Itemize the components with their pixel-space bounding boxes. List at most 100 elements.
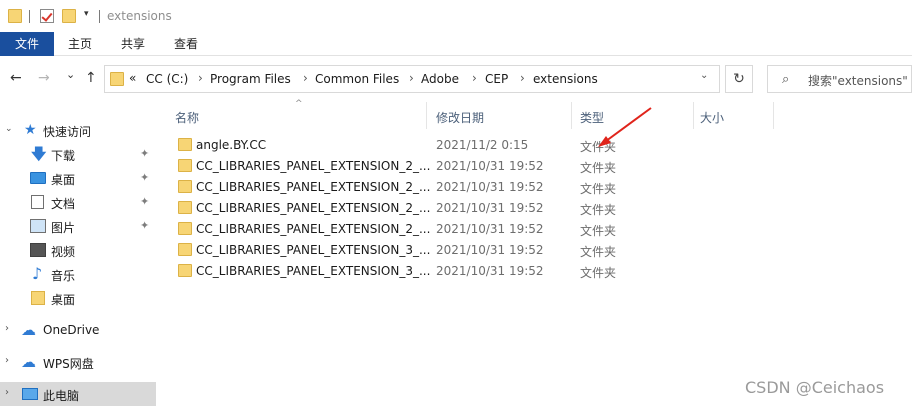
chevron-right-icon[interactable]: › [5,355,9,366]
column-header-modified[interactable]: 修改日期 [436,109,484,126]
breadcrumb-chevron-icon[interactable]: › [198,71,203,85]
refresh-icon: ↻ [733,71,745,87]
sidebar-item-this-pc[interactable]: › 此电脑 [0,382,156,406]
breadcrumb-overflow[interactable]: « [129,71,136,85]
folder-icon [110,72,124,86]
list-item[interactable]: CC_LIBRARIES_PANEL_EXTENSION_2_... 2021/… [172,198,772,219]
sidebar-item-quick-access[interactable]: ⌄ ★ 快速访问 [0,118,156,142]
pin-icon[interactable]: ✦ [140,195,149,208]
tab-view[interactable]: 查看 [164,32,208,56]
tab-share[interactable]: 共享 [111,32,155,56]
file-type: 文件夹 [580,140,617,154]
computer-icon [22,388,38,400]
sidebar-item-label: 快速访问 [43,125,92,139]
list-item[interactable]: CC_LIBRARIES_PANEL_EXTENSION_2_... 2021/… [172,219,772,240]
breadcrumb-cep[interactable]: CEP [485,72,508,86]
address-bar[interactable]: « CC (C:) › Program Files › Common Files… [104,65,720,93]
sidebar-item-documents[interactable]: 文档 ✦ [0,190,156,214]
recent-locations-icon[interactable]: ⌄ [66,68,75,81]
sidebar-item-label: 图片 [51,221,76,235]
file-name: CC_LIBRARIES_PANEL_EXTENSION_3_... [196,243,431,257]
file-name: CC_LIBRARIES_PANEL_EXTENSION_2_... [196,222,431,236]
new-folder-icon[interactable] [62,9,76,23]
title-bar: ▾ extensions [0,0,912,32]
column-divider[interactable] [773,102,774,129]
cloud-icon: ☁ [21,321,36,339]
file-type: 文件夹 [580,224,617,238]
file-type: 文件夹 [580,203,617,217]
sidebar-item-label: 音乐 [51,269,76,283]
folder-icon[interactable] [8,9,22,23]
folder-icon [178,222,192,235]
column-divider[interactable] [693,102,694,129]
sidebar-item-music[interactable]: ♪ 音乐 [0,262,156,286]
chevron-right-icon[interactable]: › [5,323,9,334]
chevron-down-icon[interactable]: ⌄ [5,124,13,134]
tab-file[interactable]: 文件 [0,32,54,56]
pin-icon[interactable]: ✦ [140,171,149,184]
breadcrumb-extensions[interactable]: extensions [533,72,598,86]
back-arrow-icon[interactable]: ← [10,70,22,86]
chevron-right-icon[interactable]: › [5,387,9,398]
list-item[interactable]: angle.BY.CC 2021/11/2 0:15 文件夹 [172,135,772,156]
refresh-button[interactable]: ↻ [725,65,753,93]
sidebar-item-label: 桌面 [51,293,76,307]
list-item[interactable]: CC_LIBRARIES_PANEL_EXTENSION_3_... 2021/… [172,261,772,282]
list-item[interactable]: CC_LIBRARIES_PANEL_EXTENSION_2_... 2021/… [172,156,772,177]
window-title: extensions [107,9,172,23]
address-history-chevron-icon[interactable]: ⌄ [700,70,708,81]
list-item[interactable]: CC_LIBRARIES_PANEL_EXTENSION_2_... 2021/… [172,177,772,198]
ribbon-tabs: 文件 主页 共享 查看 [0,32,912,56]
sidebar-item-label: 下载 [51,149,76,163]
properties-icon[interactable] [40,9,54,23]
breadcrumb-adobe[interactable]: Adobe [421,72,459,86]
breadcrumb-common-files[interactable]: Common Files [315,72,399,86]
column-header-size[interactable]: 大小 [700,109,724,126]
breadcrumb-chevron-icon[interactable]: › [520,71,525,85]
separator [99,10,100,23]
breadcrumb-chevron-icon[interactable]: › [303,71,308,85]
up-arrow-icon[interactable]: ↑ [85,70,97,86]
customize-toolbar-icon[interactable]: ▾ [84,9,89,19]
breadcrumb-drive[interactable]: CC (C:) [146,72,188,86]
list-item[interactable]: CC_LIBRARIES_PANEL_EXTENSION_3_... 2021/… [172,240,772,261]
sidebar-item-label: 此电脑 [43,389,80,403]
column-divider[interactable] [571,102,572,129]
sidebar-item-label: 文档 [51,197,76,211]
sidebar-item-label: 视频 [51,245,76,259]
sidebar-item-label: 桌面 [51,173,76,187]
file-name: CC_LIBRARIES_PANEL_EXTENSION_2_... [196,201,431,215]
sidebar-item-desktop[interactable]: 桌面 ✦ [0,166,156,190]
breadcrumb-chevron-icon[interactable]: › [409,71,414,85]
sidebar-item-downloads[interactable]: 🡇 下载 ✦ [0,142,156,166]
sidebar-item-pictures[interactable]: 图片 ✦ [0,214,156,238]
sidebar-item-onedrive[interactable]: › ☁ OneDrive [0,318,156,342]
file-modified: 2021/10/31 19:52 [436,243,544,257]
breadcrumb-chevron-icon[interactable]: › [472,71,477,85]
star-icon: ★ [24,122,37,138]
search-icon: ⌕ [782,72,790,87]
sidebar-item-desktop-folder[interactable]: 桌面 [0,286,156,310]
file-type: 文件夹 [580,161,617,175]
file-name: angle.BY.CC [196,138,267,152]
sidebar-item-wps[interactable]: › ☁ WPS网盘 [0,350,156,374]
tab-home[interactable]: 主页 [58,32,102,56]
file-name: CC_LIBRARIES_PANEL_EXTENSION_2_... [196,159,431,173]
file-type: 文件夹 [580,182,617,196]
sidebar-item-label: OneDrive [43,323,100,337]
column-headers: ^ 名称 修改日期 类型 大小 [156,99,912,130]
sidebar-item-videos[interactable]: 视频 [0,238,156,262]
breadcrumb-program-files[interactable]: Program Files [210,72,291,86]
file-modified: 2021/10/31 19:52 [436,264,544,278]
desktop-icon [30,172,46,184]
pin-icon[interactable]: ✦ [140,219,149,232]
search-input[interactable]: ⌕ 搜索"extensions" [767,65,912,93]
column-header-name[interactable]: 名称 [175,109,199,126]
forward-arrow-icon[interactable]: → [38,70,50,86]
folder-icon [178,243,192,256]
column-header-type[interactable]: 类型 [580,109,604,126]
pin-icon[interactable]: ✦ [140,147,149,160]
file-type: 文件夹 [580,266,617,280]
file-modified: 2021/10/31 19:52 [436,222,544,236]
column-divider[interactable] [426,102,427,129]
